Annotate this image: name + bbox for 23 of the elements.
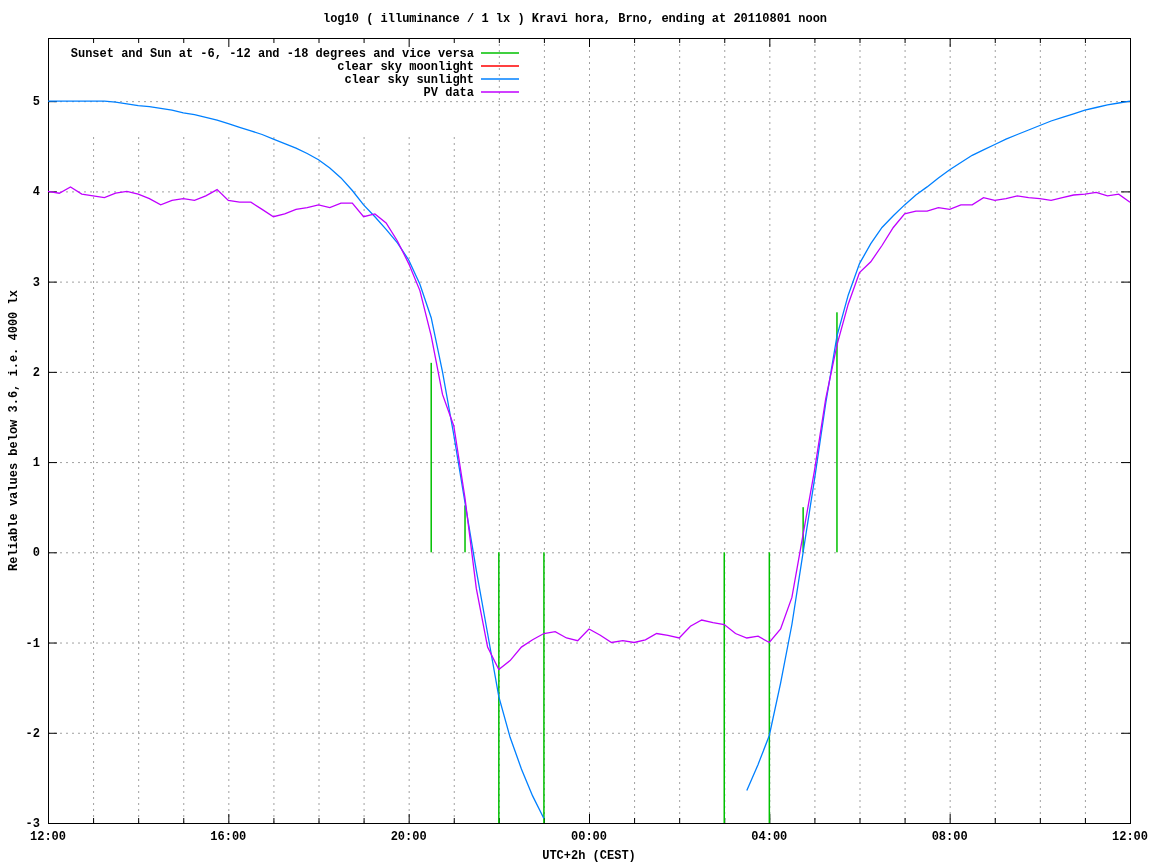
y-tick-label: 1 bbox=[32, 456, 40, 471]
legend-label: clear sky sunlight bbox=[344, 73, 474, 87]
chart-title: log10 ( illuminance / 1 lx ) Kravi hora, Brno, ending at 20110801 noon bbox=[322, 12, 828, 26]
legend-label: clear sky moonlight bbox=[337, 60, 474, 74]
y-tick-label: -2 bbox=[25, 726, 40, 741]
x-axis-label: UTC+2h (CEST) bbox=[542, 849, 636, 863]
x-tick-label: 20:00 bbox=[390, 830, 427, 844]
y-axis-label: Reliable values below 3.6, i.e. 4000 lx bbox=[7, 290, 21, 571]
legend-label: PV data bbox=[423, 86, 474, 100]
y-tick-label: -1 bbox=[25, 636, 40, 651]
y-tick-label: 3 bbox=[32, 275, 40, 290]
x-tick-label: 08:00 bbox=[931, 830, 968, 844]
y-tick-label: -3 bbox=[25, 817, 40, 831]
y-tick-label: 5 bbox=[32, 95, 40, 110]
x-tick-label: 00:00 bbox=[571, 830, 607, 844]
y-tick-label: 4 bbox=[32, 185, 40, 200]
x-tick-label: 12:00 bbox=[1112, 830, 1148, 844]
y-tick-label: 2 bbox=[32, 365, 40, 380]
x-tick-label: 16:00 bbox=[210, 830, 247, 844]
legend-label: Sunset and Sun at -6, -12 and -18 degrees and vice versa bbox=[70, 47, 474, 61]
x-tick-label: 12:00 bbox=[30, 830, 66, 844]
x-tick-label: 04:00 bbox=[751, 830, 788, 844]
y-tick-label: 0 bbox=[32, 546, 40, 561]
